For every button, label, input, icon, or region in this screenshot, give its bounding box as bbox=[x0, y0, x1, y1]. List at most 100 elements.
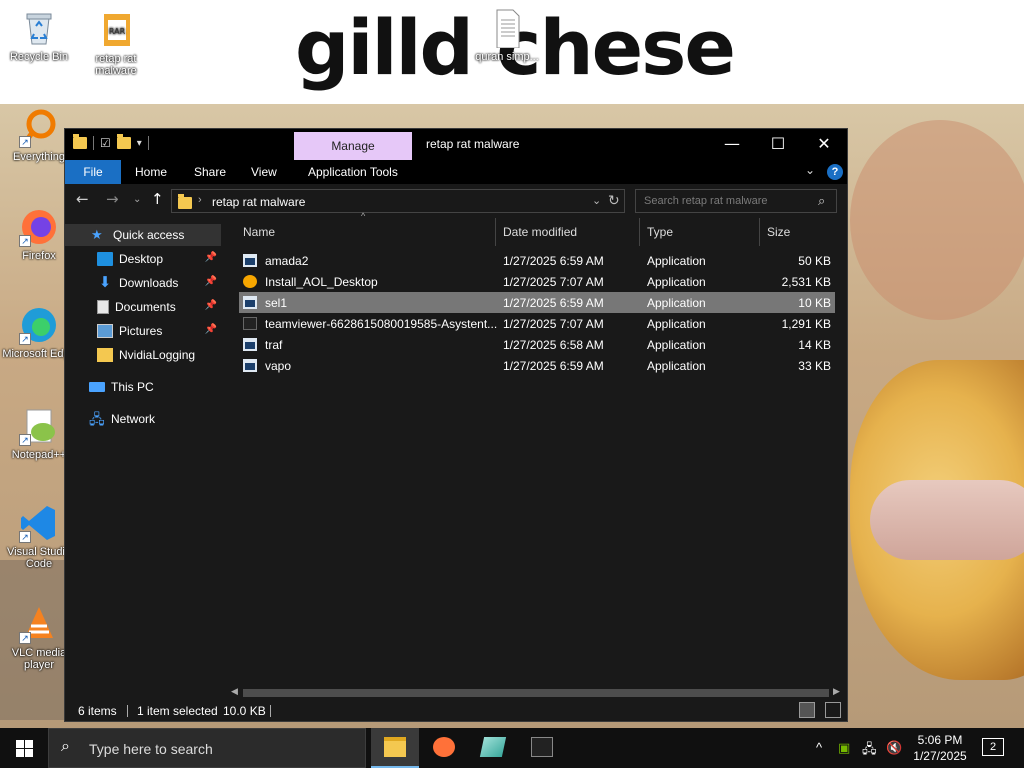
desktop-icon-recycle-bin[interactable]: Recycle Bin bbox=[2, 8, 76, 63]
application-icon bbox=[243, 338, 257, 351]
new-folder-icon[interactable] bbox=[116, 134, 131, 149]
column-divider[interactable] bbox=[495, 218, 496, 246]
file-date: 1/27/2025 6:59 AM bbox=[503, 296, 604, 310]
search-box[interactable]: Search retap rat malware ⌕ bbox=[635, 189, 837, 213]
manage-context-tab[interactable]: Manage bbox=[294, 132, 412, 160]
network-icon: 🖧 bbox=[89, 411, 105, 427]
tab-view[interactable]: View bbox=[251, 160, 277, 184]
pin-icon[interactable]: 📌 bbox=[205, 300, 217, 311]
shortcut-arrow-icon: ↗ bbox=[19, 333, 31, 345]
details-view-button[interactable] bbox=[799, 702, 815, 718]
properties-icon[interactable]: ☑ bbox=[100, 136, 111, 150]
winrar-archive-icon: RAR bbox=[96, 10, 136, 50]
pin-icon[interactable]: 📌 bbox=[205, 324, 217, 335]
address-bar[interactable]: › retap rat malware ⌄ ↻ bbox=[171, 189, 625, 213]
clock-date: 1/27/2025 bbox=[913, 749, 967, 763]
file-type: Application bbox=[647, 338, 706, 352]
nav-item-this-pc[interactable]: This PC bbox=[65, 376, 221, 398]
scrollbar-thumb[interactable] bbox=[243, 689, 829, 697]
file-name: amada2 bbox=[265, 254, 309, 268]
taskbar: ⌕ Type here to search ^ ▣ 🖧 🔇 5:06 PM 1/… bbox=[0, 728, 1024, 768]
taskbar-clock[interactable]: 5:06 PM 1/27/2025 bbox=[908, 732, 972, 764]
column-divider[interactable] bbox=[639, 218, 640, 246]
show-hidden-icons-chevron-icon[interactable]: ^ bbox=[816, 740, 822, 755]
file-row[interactable]: Install_AOL_Desktop 1/27/2025 7:07 AM Ap… bbox=[239, 271, 835, 292]
windows-logo-icon bbox=[16, 740, 24, 748]
scroll-left-icon[interactable]: ◀ bbox=[231, 686, 238, 697]
notepad-app-icon bbox=[479, 737, 507, 757]
column-header-type[interactable]: Type bbox=[647, 218, 673, 246]
search-icon: ⌕ bbox=[61, 738, 70, 755]
tab-share[interactable]: Share bbox=[194, 160, 226, 184]
breadcrumb-chevron-icon[interactable]: › bbox=[198, 194, 202, 206]
nav-item-downloads[interactable]: ⬇ Downloads 📌 bbox=[65, 272, 221, 294]
refresh-icon[interactable]: ↻ bbox=[608, 192, 620, 209]
shortcut-arrow-icon: ↗ bbox=[19, 136, 31, 148]
star-icon: ★ bbox=[91, 227, 103, 242]
nav-item-label: Quick access bbox=[113, 228, 185, 242]
file-row-selected[interactable]: sel1 1/27/2025 6:59 AM Application 10 KB bbox=[239, 292, 835, 313]
column-header-size[interactable]: Size bbox=[767, 218, 790, 246]
teamviewer-icon bbox=[243, 317, 257, 330]
up-arrow-icon[interactable]: ↑ bbox=[151, 190, 164, 208]
nav-item-nvidialogging[interactable]: NvidiaLogging bbox=[65, 344, 221, 366]
recent-locations-chevron-icon[interactable]: ⌄ bbox=[133, 194, 141, 205]
nav-item-pictures[interactable]: Pictures 📌 bbox=[65, 320, 221, 342]
nav-item-quick-access[interactable]: ★ Quick access bbox=[65, 224, 221, 246]
column-header-name[interactable]: Name bbox=[243, 218, 275, 246]
nav-item-desktop[interactable]: Desktop 📌 bbox=[65, 248, 221, 270]
scroll-right-icon[interactable]: ▶ bbox=[833, 686, 840, 697]
pin-icon[interactable]: 📌 bbox=[205, 276, 217, 287]
file-type: Application bbox=[647, 254, 706, 268]
horizontal-scrollbar[interactable]: ◀ ▶ bbox=[229, 685, 845, 701]
system-tray: ^ ▣ 🖧 🔇 bbox=[810, 728, 910, 768]
downloads-icon: ⬇ bbox=[98, 274, 112, 291]
nav-item-documents[interactable]: Documents 📌 bbox=[65, 296, 221, 318]
column-header-date-modified[interactable]: Date modified bbox=[503, 218, 577, 246]
file-date: 1/27/2025 6:58 AM bbox=[503, 338, 604, 352]
file-type: Application bbox=[647, 317, 706, 331]
wallpaper-finger bbox=[870, 480, 1024, 560]
minimize-button[interactable]: — bbox=[709, 129, 755, 160]
file-row[interactable]: amada2 1/27/2025 6:59 AM Application 50 … bbox=[239, 250, 835, 271]
taskbar-app[interactable] bbox=[469, 728, 517, 768]
file-row[interactable]: teamviewer-6628615080019585-Asystent... … bbox=[239, 313, 835, 334]
file-row[interactable]: traf 1/27/2025 6:58 AM Application 14 KB bbox=[239, 334, 835, 355]
pin-icon[interactable]: 📌 bbox=[205, 252, 217, 263]
status-bar: 6 items 1 item selected 10.0 KB bbox=[65, 701, 847, 721]
customize-toolbar-chevron-icon[interactable]: ▾ bbox=[137, 138, 142, 149]
taskbar-file-explorer[interactable] bbox=[371, 728, 419, 768]
file-type: Application bbox=[647, 296, 706, 310]
taskbar-app[interactable] bbox=[518, 728, 566, 768]
close-button[interactable]: ✕ bbox=[801, 129, 847, 160]
address-dropdown-icon[interactable]: ⌄ bbox=[592, 194, 601, 207]
file-size: 14 KB bbox=[798, 338, 831, 352]
navigation-bar: ← → ⌄ ↑ › retap rat malware ⌄ ↻ Search r… bbox=[65, 184, 847, 218]
desktop-icon-quran-file[interactable]: quran simp... bbox=[470, 8, 544, 63]
nav-item-network[interactable]: 🖧 Network bbox=[65, 408, 221, 430]
large-icons-view-button[interactable] bbox=[825, 702, 841, 718]
volume-muted-icon[interactable]: 🔇 bbox=[886, 740, 902, 756]
tab-application-tools[interactable]: Application Tools bbox=[308, 160, 398, 184]
taskbar-firefox[interactable] bbox=[420, 728, 468, 768]
start-button[interactable] bbox=[0, 728, 48, 768]
nvidia-icon[interactable]: ▣ bbox=[838, 740, 850, 756]
selection-size: 10.0 KB bbox=[223, 704, 266, 718]
expand-ribbon-chevron-icon[interactable]: ⌄ bbox=[805, 163, 815, 177]
tab-home[interactable]: Home bbox=[135, 160, 167, 184]
taskbar-search-box[interactable]: ⌕ Type here to search bbox=[48, 728, 366, 768]
firefox-icon: ↗ bbox=[19, 207, 59, 247]
desktop-icon-retap-rat-malware[interactable]: RAR retap rat malware bbox=[79, 10, 153, 77]
notification-center-button[interactable]: 2 bbox=[982, 738, 1004, 756]
column-divider[interactable] bbox=[759, 218, 760, 246]
breadcrumb-current-folder[interactable]: retap rat malware bbox=[212, 195, 305, 209]
forward-arrow-icon[interactable]: → bbox=[106, 190, 119, 208]
maximize-button[interactable]: ☐ bbox=[755, 129, 801, 160]
notification-count: 2 bbox=[989, 741, 997, 753]
file-row[interactable]: vapo 1/27/2025 6:59 AM Application 33 KB bbox=[239, 355, 835, 376]
help-icon[interactable]: ? bbox=[827, 164, 843, 180]
firefox-icon bbox=[433, 737, 455, 757]
network-status-icon[interactable]: 🖧 bbox=[862, 740, 877, 762]
back-arrow-icon[interactable]: ← bbox=[76, 190, 89, 208]
tab-file[interactable]: File bbox=[65, 160, 121, 184]
